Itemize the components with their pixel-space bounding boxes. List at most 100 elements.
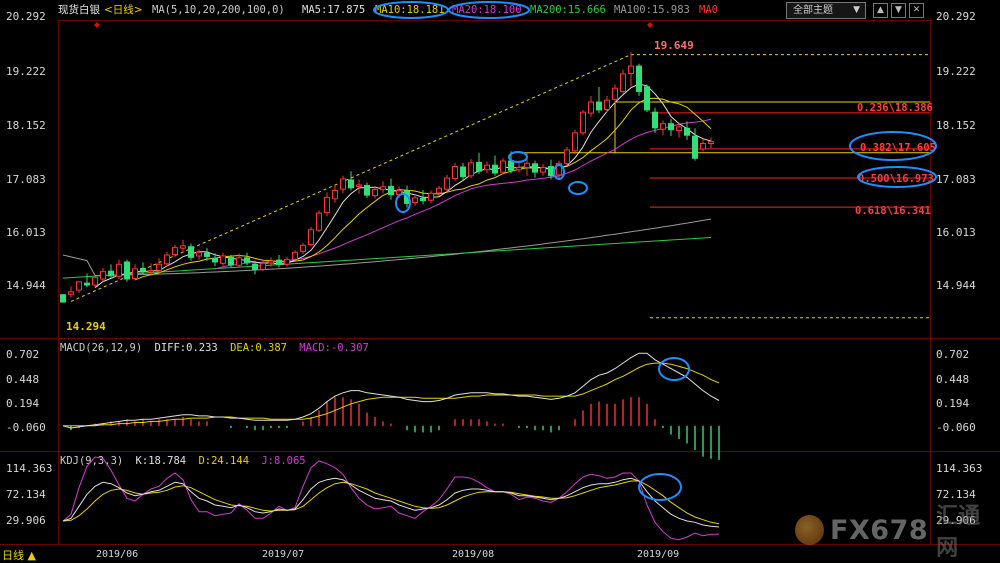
candle-body xyxy=(508,160,514,171)
candle-body xyxy=(284,259,290,265)
price-ytick-left-3: 17.083 xyxy=(6,173,46,186)
candle-body xyxy=(620,73,626,92)
ma20-line xyxy=(214,118,712,270)
candle-body xyxy=(588,101,594,114)
candle-body xyxy=(500,160,506,173)
candle-body xyxy=(108,270,114,277)
candle-body xyxy=(68,291,74,295)
high-price-label: 19.649 xyxy=(654,39,694,52)
highlight-ellipse-3 xyxy=(568,181,588,195)
candle-body xyxy=(380,186,386,191)
chart-canvas: 20.292 19.222 18.152 17.083 16.013 14.94… xyxy=(0,1,1000,560)
candle-body xyxy=(252,263,258,270)
x-label-sep: 2019/09 xyxy=(637,549,679,560)
macd-ytick-right-0: 0.702 xyxy=(936,348,969,361)
candle-body xyxy=(652,111,658,129)
kdj-d: D:24.144 xyxy=(198,455,249,467)
candle-body xyxy=(660,123,666,130)
candle-body xyxy=(516,166,522,171)
candle-body xyxy=(372,189,378,197)
candle-body xyxy=(636,65,642,92)
candle-body xyxy=(356,184,362,187)
diamond-marker-icon xyxy=(647,22,653,28)
candle-body xyxy=(668,123,674,131)
macd-header: MACD(26,12,9) DIFF:0.233 DEA:0.387 MACD:… xyxy=(60,342,369,354)
candle-body xyxy=(612,87,618,100)
candle-body xyxy=(180,245,186,249)
dea-line xyxy=(63,362,720,427)
candle-body xyxy=(76,281,82,291)
candle-body xyxy=(172,247,178,256)
price-ytick-left-4: 16.013 xyxy=(6,226,46,239)
candle-body xyxy=(468,162,474,177)
candle-body xyxy=(492,164,498,174)
macd-ytick-left-2: 0.194 xyxy=(6,397,39,410)
macd-diff: DIFF:0.233 xyxy=(155,342,218,354)
macd-ytick-right-2: 0.194 xyxy=(936,397,969,410)
candle-body xyxy=(300,244,306,252)
diff-line xyxy=(62,352,720,429)
candle-body xyxy=(332,190,338,200)
candle-body xyxy=(324,196,330,214)
kdj-ytick-left-2: 29.906 xyxy=(6,514,46,527)
macd-title: MACD(26,12,9) xyxy=(60,342,142,354)
candle-body xyxy=(596,101,602,111)
candle-body xyxy=(548,166,554,177)
highlight-ellipse-1 xyxy=(508,151,528,163)
d-line xyxy=(62,480,720,525)
candle-body xyxy=(276,259,282,265)
candle-body xyxy=(524,162,530,168)
candle-body xyxy=(692,135,698,159)
candle-body xyxy=(580,111,586,134)
candle-body xyxy=(340,178,346,190)
candle-body xyxy=(220,255,226,264)
candle-body xyxy=(236,257,242,266)
fib-236-label: 0.236\18.386 xyxy=(857,102,933,114)
candle-body xyxy=(644,86,650,111)
price-ytick-right-2: 18.152 xyxy=(936,119,976,132)
ma10-highlight-ellipse xyxy=(373,1,449,19)
red-diamond-markers xyxy=(94,22,653,28)
candle-body xyxy=(572,132,578,152)
candle-body xyxy=(100,271,106,280)
candle-body xyxy=(188,246,194,258)
candle-body xyxy=(364,184,370,196)
x-label-jul: 2019/07 xyxy=(262,549,304,560)
macd-dea: DEA:0.387 xyxy=(230,342,287,354)
kdj-highlight-ellipse xyxy=(638,473,682,501)
kdj-j: J:8.065 xyxy=(261,455,305,467)
candle-body xyxy=(628,65,634,74)
candle-body xyxy=(676,126,682,132)
price-ytick-right-1: 19.222 xyxy=(936,65,976,78)
candle-body xyxy=(436,187,442,194)
macd-macd: MACD:-0.307 xyxy=(299,342,369,354)
k-line xyxy=(62,477,720,528)
ma20-highlight-ellipse xyxy=(448,1,530,19)
candle-body xyxy=(684,127,690,136)
candle-body xyxy=(476,161,482,172)
price-ytick-left-5: 14.944 xyxy=(6,279,46,292)
period-tab[interactable]: 日线 ▲ xyxy=(2,547,36,563)
candle-body xyxy=(420,197,426,202)
low-price-label: 14.294 xyxy=(66,320,106,333)
candle-body xyxy=(116,263,122,277)
candle-body xyxy=(140,267,146,272)
candle-body xyxy=(268,260,274,264)
candle-body xyxy=(292,251,298,260)
macd-ytick-left-3: -0.060 xyxy=(6,421,46,434)
kdj-ytick-right-0: 114.363 xyxy=(936,462,982,475)
candle-body xyxy=(708,141,714,145)
candle-body xyxy=(212,257,218,263)
candle-body xyxy=(204,252,210,257)
candle-body xyxy=(164,254,170,265)
candle-body xyxy=(532,163,538,173)
x-label-jun: 2019/06 xyxy=(96,549,138,560)
price-ytick-right-4: 16.013 xyxy=(936,226,976,239)
kdj-k: K:18.784 xyxy=(136,455,187,467)
macd-ytick-left-1: 0.448 xyxy=(6,373,39,386)
candle-body xyxy=(484,164,490,171)
price-ytick-left-0: 20.292 xyxy=(6,10,46,23)
candle-body xyxy=(348,179,354,189)
ma10-line xyxy=(134,97,712,281)
kdj-ytick-left-1: 72.134 xyxy=(6,488,46,501)
